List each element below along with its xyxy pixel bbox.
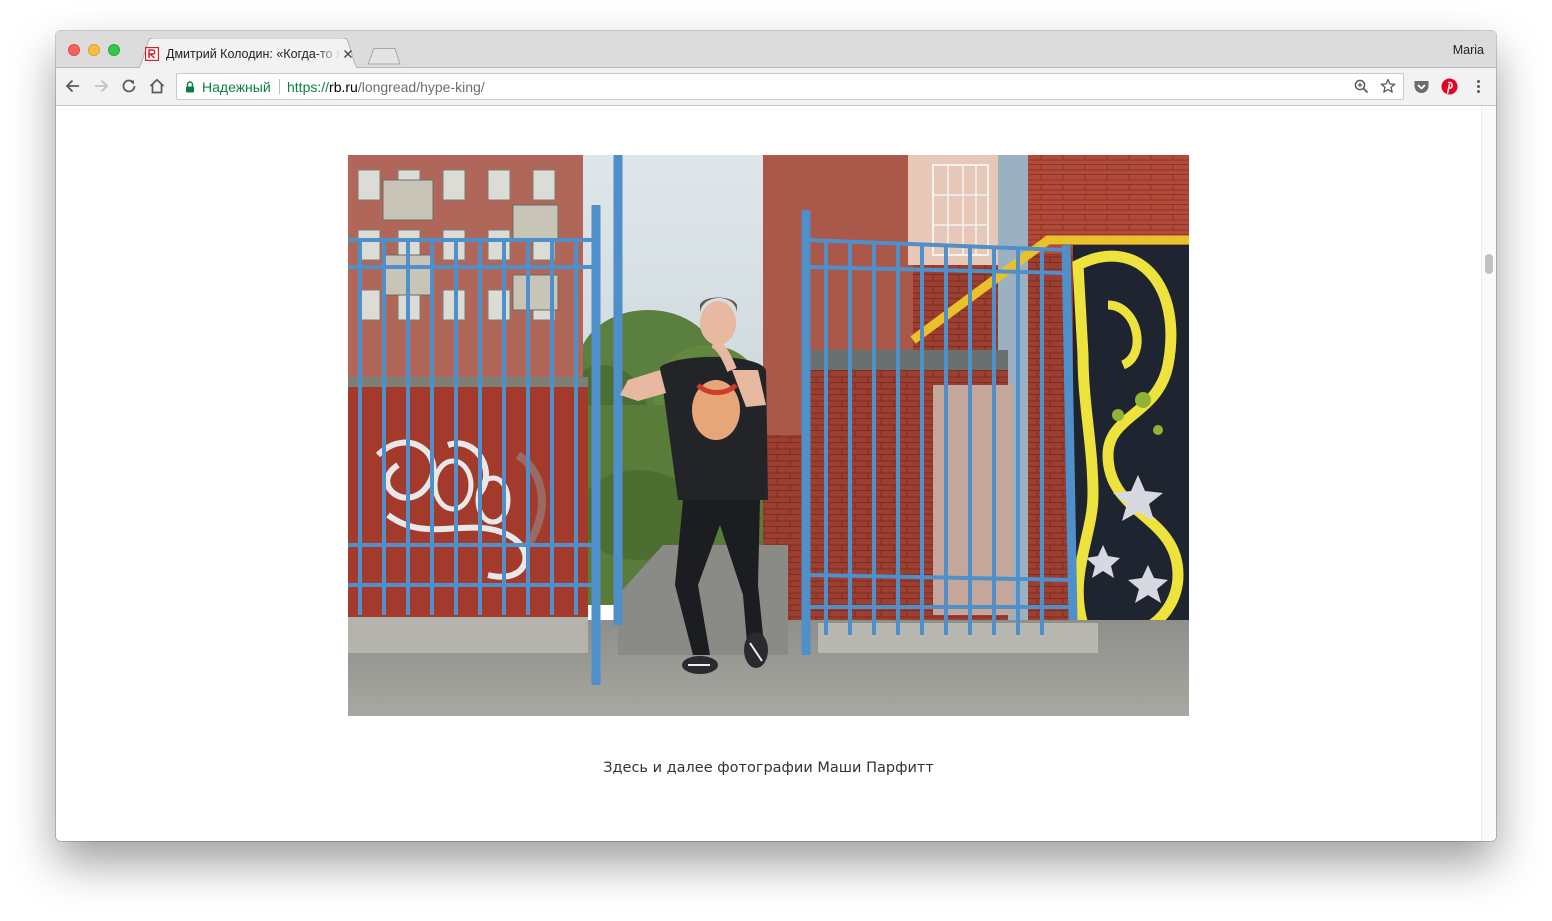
profile-name[interactable]: Maria: [1453, 43, 1484, 57]
url-path: /longread/hype-king/: [357, 79, 485, 95]
kebab-menu-icon[interactable]: [1470, 78, 1487, 95]
url-host: rb.ru: [329, 79, 358, 95]
arrow-right-icon[interactable]: [92, 77, 110, 95]
pocket-icon[interactable]: [1413, 78, 1430, 95]
lock-icon[interactable]: [185, 81, 195, 93]
security-label[interactable]: Надежный: [202, 79, 271, 95]
home-icon[interactable]: [148, 77, 166, 95]
close-tab-icon[interactable]: [342, 48, 354, 60]
star-icon[interactable]: [1380, 78, 1396, 94]
arrow-left-icon[interactable]: [64, 77, 82, 95]
omnibox-divider: [279, 79, 280, 94]
url-scheme: https://: [287, 79, 330, 95]
minimize-window-button[interactable]: [88, 44, 100, 56]
new-tab-button[interactable]: [366, 47, 402, 65]
toolbar: Надежный https://rb.ru/longread/hype-kin…: [56, 68, 1496, 106]
tab-title: Дмитрий Колодин: «Когда-то я: [166, 47, 341, 61]
tab-active[interactable]: Дмитрий Колодин: «Когда-то я: [132, 38, 364, 69]
address-bar[interactable]: Надежный https://rb.ru/longread/hype-kin…: [176, 73, 1404, 100]
rb-logo-icon: [145, 47, 159, 61]
browser-window: Дмитрий Колодин: «Когда-то я Maria Надеж…: [56, 31, 1496, 841]
reload-icon[interactable]: [120, 77, 138, 95]
maximize-window-button[interactable]: [108, 44, 120, 56]
page-viewport: Здесь и далее фотографии Маши Парфитт: [56, 106, 1496, 841]
photo-caption: Здесь и далее фотографии Маши Парфитт: [603, 760, 934, 776]
pinterest-icon[interactable]: [1441, 78, 1458, 95]
article-photo: [348, 155, 1189, 716]
vertical-scrollbar[interactable]: [1481, 106, 1496, 841]
scrollbar-thumb[interactable]: [1485, 254, 1493, 274]
tab-strip: Дмитрий Колодин: «Когда-то я Maria: [56, 31, 1496, 69]
zoom-icon[interactable]: [1354, 79, 1369, 94]
url-text[interactable]: https://rb.ru/longread/hype-king/: [287, 79, 485, 95]
close-window-button[interactable]: [68, 44, 80, 56]
